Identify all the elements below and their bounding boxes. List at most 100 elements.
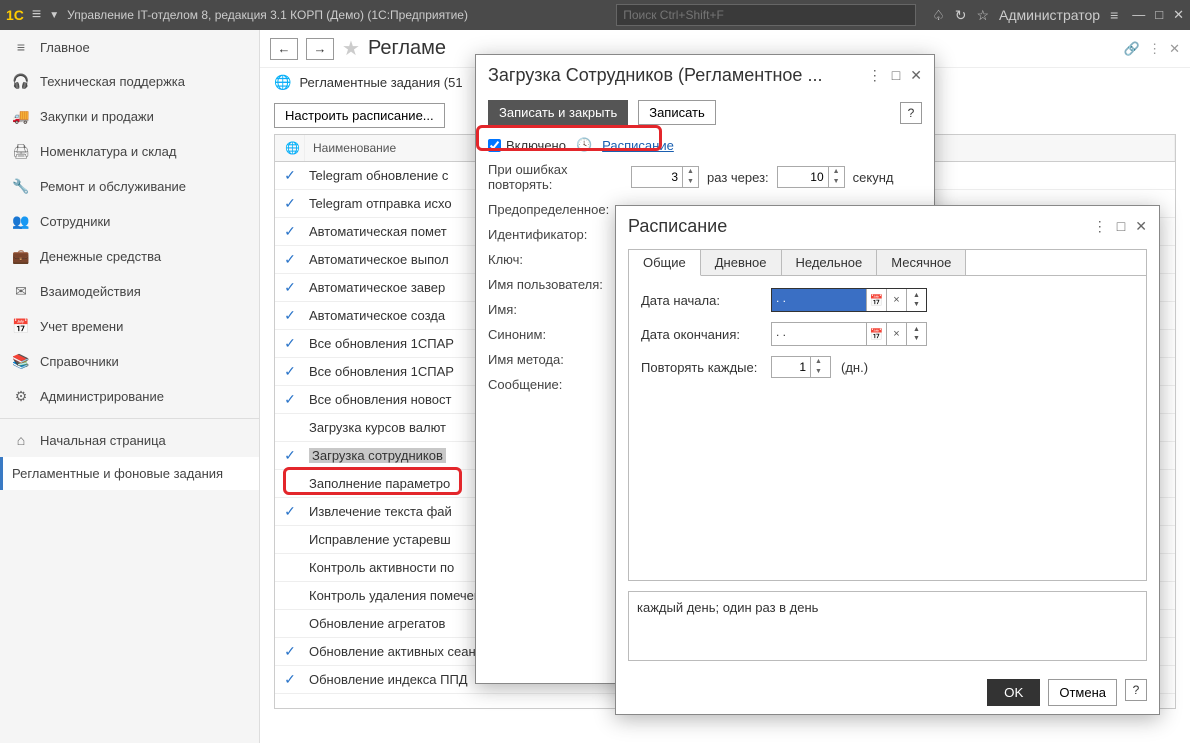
history-icon[interactable]: ↻ [955,7,967,24]
synonym-label: Синоним: [488,327,623,342]
sidebar-item-repair[interactable]: 🔧Ремонт и обслуживание [0,169,259,204]
star-icon[interactable]: ☆ [976,7,989,24]
spin-up-icon[interactable]: ▲ [811,357,826,367]
sidebar-item-home[interactable]: ⌂Начальная страница [0,423,259,457]
truck-icon: 🚚 [12,108,30,125]
date-end-field[interactable]: . . [772,323,866,345]
enabled-label: Включено [506,138,566,153]
message-label: Сообщение: [488,377,623,392]
close-icon[interactable]: ✕ [1173,7,1184,23]
date-start-input[interactable]: . . 📅 × ▲▼ [771,288,927,312]
clear-icon[interactable]: × [886,323,906,345]
sidebar-item-refs[interactable]: 📚Справочники [0,344,259,379]
spin-down-icon[interactable]: ▼ [811,367,826,377]
arrow-down-icon[interactable]: ▼ [49,10,59,21]
sidebar-item-money[interactable]: 💼Денежные средства [0,239,259,274]
dialog-more-icon[interactable]: ⋮ [1093,218,1107,235]
maximize-icon[interactable]: □ [1155,7,1163,23]
search-input[interactable] [616,4,916,26]
repeat-field[interactable] [772,357,810,377]
link-icon[interactable]: 🔗 [1124,41,1140,57]
retry-count-input[interactable]: ▲▼ [631,166,699,188]
favorite-icon[interactable]: ★ [342,36,360,61]
more-icon[interactable]: ⋮ [1148,41,1161,57]
spin-down-icon[interactable]: ▼ [683,177,698,187]
close-tab-icon[interactable]: ✕ [1169,41,1180,57]
sidebar-item-stock[interactable]: 🖨Номенклатура и склад [0,134,259,169]
spin-down-icon[interactable]: ▼ [829,177,844,187]
tab-daily[interactable]: Дневное [701,250,782,275]
sidebar-item-label: Техническая поддержка [40,74,185,89]
sidebar-item-admin[interactable]: ⚙Администрирование [0,379,259,414]
app-title: Управление IT-отделом 8, редакция 3.1 КО… [67,8,468,22]
on-errors-label: При ошибках повторять: [488,162,623,192]
tab-monthly[interactable]: Месячное [877,250,966,275]
calendar-icon[interactable]: 📅 [866,289,886,311]
sidebar-item-label: Справочники [40,354,119,369]
schedule-tabs: Общие Дневное Недельное Месячное [628,249,1147,276]
bell-icon[interactable]: ♤ [932,7,945,24]
mail-icon: ✉ [12,283,30,300]
hamburger-icon[interactable]: ≡ [32,6,41,24]
sidebar-item-label: Главное [40,40,90,55]
dialog-max-icon[interactable]: □ [892,67,900,84]
calendar-icon: 📅 [12,318,30,335]
spin-up-icon[interactable]: ▲ [683,167,698,177]
user-label[interactable]: Администратор [999,7,1100,23]
minimize-icon[interactable]: — [1132,7,1145,23]
date-end-input[interactable]: . . 📅 × ▲▼ [771,322,927,346]
sidebar-item-support[interactable]: 🎧Техническая поддержка [0,64,259,99]
dialog-more-icon[interactable]: ⋮ [868,67,882,84]
date-start-field[interactable]: . . [772,289,866,311]
times-label: раз через: [707,170,769,185]
retry-interval-field[interactable] [778,167,828,187]
sidebar-item-employees[interactable]: 👥Сотрудники [0,204,259,239]
spin-icon[interactable]: ▲▼ [906,323,926,345]
retry-count-field[interactable] [632,167,682,187]
dialog-close-icon[interactable]: ✕ [910,67,922,84]
clear-icon[interactable]: × [886,289,906,311]
spin-icon[interactable]: ▲▼ [906,289,926,311]
seconds-label: секунд [853,170,894,185]
save-button[interactable]: Записать [638,100,716,125]
tab-general[interactable]: Общие [629,250,701,276]
cancel-button[interactable]: Отмена [1048,679,1117,706]
sidebar-item-main[interactable]: ≡ Главное [0,30,259,64]
row-check-icon: ✓ [275,195,305,212]
row-check-icon: ✓ [275,223,305,240]
schedule-dialog: Расписание ⋮ □ ✕ Общие Дневное Недельное… [615,205,1160,715]
row-check-icon: ✓ [275,335,305,352]
home-icon: ≡ [12,39,30,55]
help-button[interactable]: ? [1125,679,1147,701]
retry-interval-input[interactable]: ▲▼ [777,166,845,188]
schedule-link[interactable]: Расписание [602,138,674,153]
spin-up-icon[interactable]: ▲ [829,167,844,177]
sidebar-item-scheduled-jobs[interactable]: Регламентные и фоновые задания [0,457,259,490]
subtitle: Регламентные задания (51 [299,75,462,90]
schedule-titlebar: Расписание ⋮ □ ✕ [616,206,1159,243]
save-close-button[interactable]: Записать и закрыть [488,100,628,125]
key-label: Ключ: [488,252,623,267]
nav-fwd-button[interactable]: → [306,38,334,60]
sidebar-item-purchase[interactable]: 🚚Закупки и продажи [0,99,259,134]
sidebar-item-interactions[interactable]: ✉Взаимодействия [0,274,259,309]
nav-back-button[interactable]: ← [270,38,298,60]
help-button[interactable]: ? [900,102,922,124]
enabled-input[interactable] [488,139,501,152]
repeat-input[interactable]: ▲▼ [771,356,831,378]
enabled-checkbox[interactable]: Включено [488,138,566,153]
tab-weekly[interactable]: Недельное [782,250,878,275]
clock-icon: 🕓 [576,137,592,153]
user-menu-icon[interactable]: ≡ [1110,7,1118,23]
global-search[interactable] [616,4,916,26]
row-check-icon: ✓ [275,167,305,184]
configure-schedule-button[interactable]: Настроить расписание... [274,103,445,128]
sidebar-item-label: Сотрудники [40,214,110,229]
dialog-close-icon[interactable]: ✕ [1135,218,1147,235]
app-logo: 1C [6,7,24,23]
row-check-icon: ✓ [275,671,305,688]
calendar-icon[interactable]: 📅 [866,323,886,345]
ok-button[interactable]: OK [987,679,1040,706]
dialog-max-icon[interactable]: □ [1117,218,1125,235]
sidebar-item-time[interactable]: 📅Учет времени [0,309,259,344]
